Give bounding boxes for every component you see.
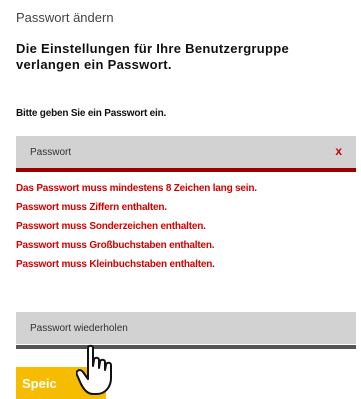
save-button[interactable]: Speic (16, 367, 106, 399)
password-error-underline (16, 168, 356, 172)
error-digits: Passwort muss Ziffern enthalten. (16, 202, 167, 213)
repeat-password-input[interactable]: Passwort wiederholen (16, 312, 356, 344)
password-input[interactable]: Passwort x (16, 136, 356, 168)
error-lowercase: Passwort muss Kleinbuchstaben enthalten. (16, 259, 215, 270)
error-list: Das Passwort muss mindestens 8 Zeichen l… (16, 179, 257, 274)
error-min-length: Das Passwort muss mindestens 8 Zeichen l… (16, 183, 257, 194)
requirement-heading: Die Einstellungen für Ihre Benutzergrupp… (16, 41, 290, 72)
password-prompt: Bitte geben Sie ein Passwort ein. (16, 108, 167, 119)
clear-password-icon[interactable]: x (335, 144, 342, 158)
dialog-title: Passwort ändern (16, 10, 114, 25)
password-placeholder: Passwort (30, 146, 72, 158)
repeat-password-underline (16, 345, 356, 349)
error-uppercase: Passwort muss Großbuchstaben enthalten. (16, 240, 215, 251)
error-special-chars: Passwort muss Sonderzeichen enthalten. (16, 221, 206, 232)
repeat-password-placeholder: Passwort wiederholen (30, 322, 128, 334)
